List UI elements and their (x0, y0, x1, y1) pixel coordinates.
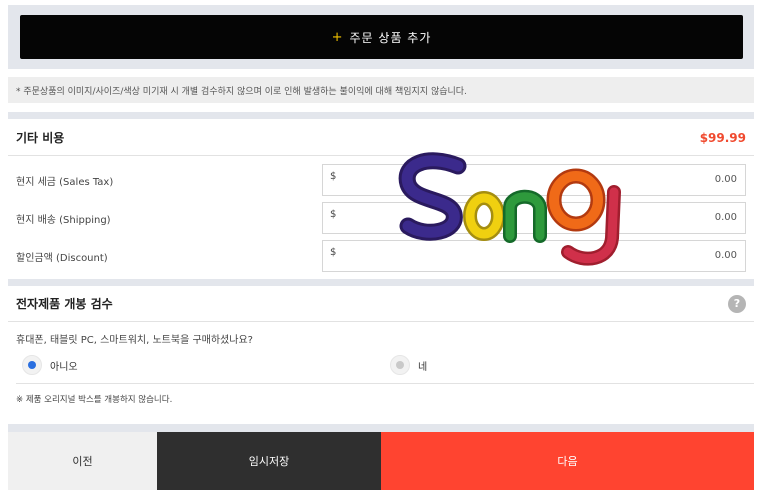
discount-row: 할인금액 (Discount) $ 0.00 (8, 240, 754, 272)
radio-selected-icon (22, 355, 42, 375)
extra-costs-header: 기타 비용 $99.99 (8, 120, 754, 156)
add-order-item-button[interactable]: + 주문 상품 추가 (20, 15, 743, 59)
section-divider (8, 112, 754, 119)
inspection-title: 전자제품 개봉 검수 (16, 297, 113, 311)
shipping-value: 0.00 (714, 212, 737, 223)
help-icon[interactable]: ? (728, 294, 746, 313)
currency-symbol: $ (330, 209, 337, 220)
section-divider (8, 424, 754, 432)
inspection-question: 휴대폰, 태블릿 PC, 스마트워치, 노트북을 구매하셨나요? (16, 335, 253, 346)
radio-unselected-icon (390, 355, 410, 375)
save-draft-button[interactable]: 임시저장 (157, 432, 381, 490)
shipping-input[interactable]: $ 0.00 (322, 202, 746, 234)
radio-yes[interactable]: 네 (390, 355, 427, 375)
inspection-options: 아니오 네 (16, 351, 754, 384)
order-notice: * 주문상품의 이미지/사이즈/색상 미기재 시 개별 검수하지 않으며 이로 … (8, 77, 754, 103)
electronics-inspection-section: 전자제품 개봉 검수 ? 휴대폰, 태블릿 PC, 스마트워치, 노트북을 구매… (8, 286, 754, 418)
discount-input[interactable]: $ 0.00 (322, 240, 746, 272)
shipping-label: 현지 배송 (Shipping) (16, 215, 111, 226)
add-order-item-label: 주문 상품 추가 (349, 30, 432, 45)
plus-icon: + (331, 29, 344, 45)
radio-yes-label: 네 (418, 361, 428, 373)
currency-symbol: $ (330, 247, 337, 258)
next-button[interactable]: 다음 (381, 432, 754, 490)
currency-symbol: $ (330, 171, 337, 182)
radio-no-label: 아니오 (50, 361, 78, 373)
radio-no[interactable]: 아니오 (22, 355, 78, 375)
extra-costs-title: 기타 비용 (16, 131, 65, 145)
page: + 주문 상품 추가 * 주문상품의 이미지/사이즈/색상 미기재 시 개별 검… (0, 0, 773, 492)
sales-tax-value: 0.00 (714, 174, 737, 185)
discount-label: 할인금액 (Discount) (16, 253, 108, 264)
sales-tax-input[interactable]: $ 0.00 (322, 164, 746, 196)
shipping-row: 현지 배송 (Shipping) $ 0.00 (8, 202, 754, 234)
inspection-footnote: ※ 제품 오리지널 박스를 개봉하지 않습니다. (16, 395, 173, 405)
discount-value: 0.00 (714, 250, 737, 261)
inspection-header: 전자제품 개봉 검수 ? (8, 286, 754, 322)
bottom-navigation: 이전 임시저장 다음 (8, 432, 754, 490)
section-divider (8, 279, 754, 286)
sales-tax-row: 현지 세금 (Sales Tax) $ 0.00 (8, 164, 754, 196)
sales-tax-label: 현지 세금 (Sales Tax) (16, 177, 114, 188)
extra-costs-section: 기타 비용 $99.99 현지 세금 (Sales Tax) $ 0.00 현지… (8, 120, 754, 278)
extra-costs-total: $99.99 (699, 130, 746, 145)
prev-button[interactable]: 이전 (8, 432, 157, 490)
